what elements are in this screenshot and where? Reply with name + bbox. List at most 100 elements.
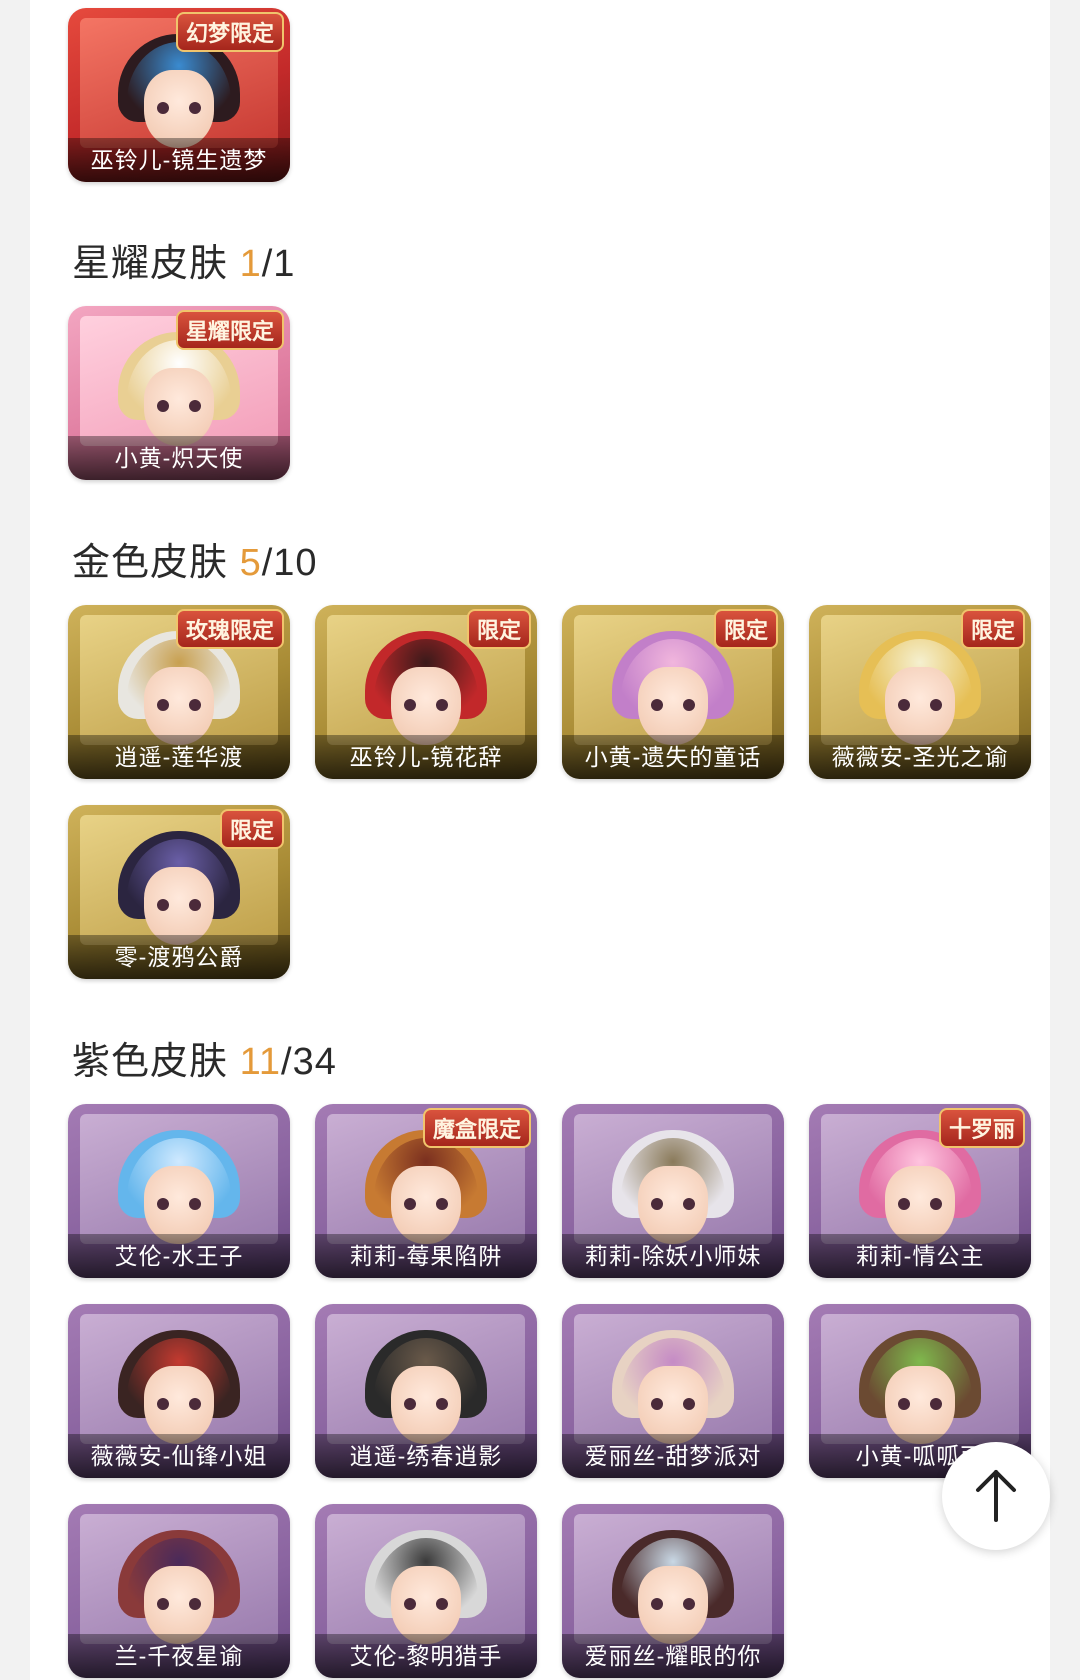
character-eye	[436, 1598, 448, 1610]
limited-badge: 魔盒限定	[422, 1108, 531, 1148]
character-eye	[157, 102, 169, 114]
character-eye	[898, 699, 910, 711]
character-eye	[157, 1398, 169, 1410]
skin-name: 莉莉-除妖小师妹	[562, 1234, 784, 1278]
character-face	[144, 1566, 214, 1644]
character-face	[391, 667, 461, 745]
character-face	[144, 867, 214, 945]
character-eye	[930, 1198, 942, 1210]
character-eye	[651, 699, 663, 711]
skin-card[interactable]: 薇薇安-仙锋小姐	[68, 1304, 290, 1478]
character-eye	[189, 400, 201, 412]
character-eye	[189, 1198, 201, 1210]
section-name: 金色皮肤	[72, 542, 229, 584]
character-face	[144, 368, 214, 446]
skin-name: 莉莉-情公主	[809, 1234, 1031, 1278]
character-eye	[157, 699, 169, 711]
character-face	[144, 1366, 214, 1444]
character-eye	[404, 1598, 416, 1610]
character-face	[885, 667, 955, 745]
character-eye	[157, 400, 169, 412]
character-eye	[683, 1198, 695, 1210]
skin-card[interactable]: 艾伦-黎明猎手	[315, 1504, 537, 1678]
character-eye	[651, 1198, 663, 1210]
skin-name: 爱丽丝-甜梦派对	[562, 1434, 784, 1478]
skin-card[interactable]: 限定零-渡鸦公爵	[68, 805, 290, 979]
character-eye	[436, 1398, 448, 1410]
character-eye	[189, 102, 201, 114]
section-title: 星耀皮肤 1/1	[72, 232, 295, 287]
owned-count: 5	[239, 542, 262, 584]
section-name: 紫色皮肤	[72, 1041, 229, 1083]
character-eye	[930, 699, 942, 711]
skin-card[interactable]: 逍遥-绣春逍影	[315, 1304, 537, 1478]
skin-name: 艾伦-水王子	[68, 1234, 290, 1278]
character-eye	[189, 1398, 201, 1410]
character-eye	[930, 1398, 942, 1410]
skin-card[interactable]: 爱丽丝-耀眼的你	[562, 1504, 784, 1678]
skin-card[interactable]: 限定小黄-遗失的童话	[562, 605, 784, 779]
skin-card[interactable]: 限定巫铃儿-镜花辞	[315, 605, 537, 779]
character-eye	[189, 899, 201, 911]
limited-badge: 限定	[713, 609, 778, 649]
skin-card[interactable]: 星耀限定小黄-炽天使	[68, 306, 290, 480]
skin-name: 莉莉-莓果陷阱	[315, 1234, 537, 1278]
section-name: 星耀皮肤	[72, 243, 229, 285]
character-eye	[898, 1198, 910, 1210]
arrow-up-icon	[976, 1470, 1016, 1522]
character-face	[885, 1166, 955, 1244]
skin-card[interactable]: 幻梦限定巫铃儿-镜生遗梦	[68, 8, 290, 182]
character-face	[391, 1366, 461, 1444]
limited-badge: 十罗丽	[938, 1108, 1025, 1148]
skin-collection-page: 幻梦限定 巫铃儿-镜生遗梦 星耀皮肤 1/1 星耀限定 小黄-炽天使 金色皮肤 5/10 玫…	[30, 0, 1050, 1680]
character-face	[391, 1566, 461, 1644]
skin-name: 薇薇安-仙锋小姐	[68, 1434, 290, 1478]
character-face	[638, 667, 708, 745]
skin-card[interactable]: 艾伦-水王子	[68, 1104, 290, 1278]
character-face	[638, 1566, 708, 1644]
skin-name: 零-渡鸦公爵	[68, 935, 290, 979]
skin-card[interactable]: 兰-千夜星谕	[68, 1504, 290, 1678]
skin-name: 巫铃儿-镜花辞	[315, 735, 537, 779]
total-count: 10	[273, 542, 318, 584]
character-eye	[651, 1598, 663, 1610]
skin-name: 小黄-遗失的童话	[562, 735, 784, 779]
limited-badge: 限定	[466, 609, 531, 649]
skin-card[interactable]: 魔盒限定莉莉-莓果陷阱	[315, 1104, 537, 1278]
character-eye	[898, 1398, 910, 1410]
owned-count: 1	[239, 243, 262, 285]
character-face	[638, 1166, 708, 1244]
skin-name: 兰-千夜星谕	[68, 1634, 290, 1678]
section-title: 金色皮肤 5/10	[72, 531, 318, 586]
scroll-to-top-button[interactable]	[942, 1442, 1050, 1550]
character-face	[885, 1366, 955, 1444]
character-eye	[683, 699, 695, 711]
limited-badge: 限定	[960, 609, 1025, 649]
skin-name: 逍遥-莲华渡	[68, 735, 290, 779]
character-eye	[157, 899, 169, 911]
skin-card[interactable]: 十罗丽莉莉-情公主	[809, 1104, 1031, 1278]
character-face	[144, 667, 214, 745]
character-face	[391, 1166, 461, 1244]
character-face	[638, 1366, 708, 1444]
character-eye	[404, 699, 416, 711]
owned-count: 11	[239, 1041, 282, 1083]
skin-card[interactable]: 爱丽丝-甜梦派对	[562, 1304, 784, 1478]
skin-card[interactable]: 玫瑰限定逍遥-莲华渡	[68, 605, 290, 779]
skin-card[interactable]: 莉莉-除妖小师妹	[562, 1104, 784, 1278]
skin-name: 小黄-炽天使	[68, 436, 290, 480]
character-eye	[189, 1598, 201, 1610]
skin-name: 逍遥-绣春逍影	[315, 1434, 537, 1478]
character-eye	[404, 1198, 416, 1210]
character-eye	[189, 699, 201, 711]
count-separator: /	[261, 542, 274, 584]
limited-badge: 幻梦限定	[175, 12, 284, 52]
count-separator: /	[281, 1041, 293, 1083]
skin-card[interactable]: 限定 薇薇安-圣光之谕	[809, 605, 1031, 779]
character-eye	[157, 1198, 169, 1210]
character-eye	[404, 1398, 416, 1410]
limited-badge: 限定	[219, 809, 284, 849]
limited-badge: 星耀限定	[175, 310, 284, 350]
limited-badge: 玫瑰限定	[175, 609, 284, 649]
skin-name: 巫铃儿-镜生遗梦	[68, 138, 290, 182]
